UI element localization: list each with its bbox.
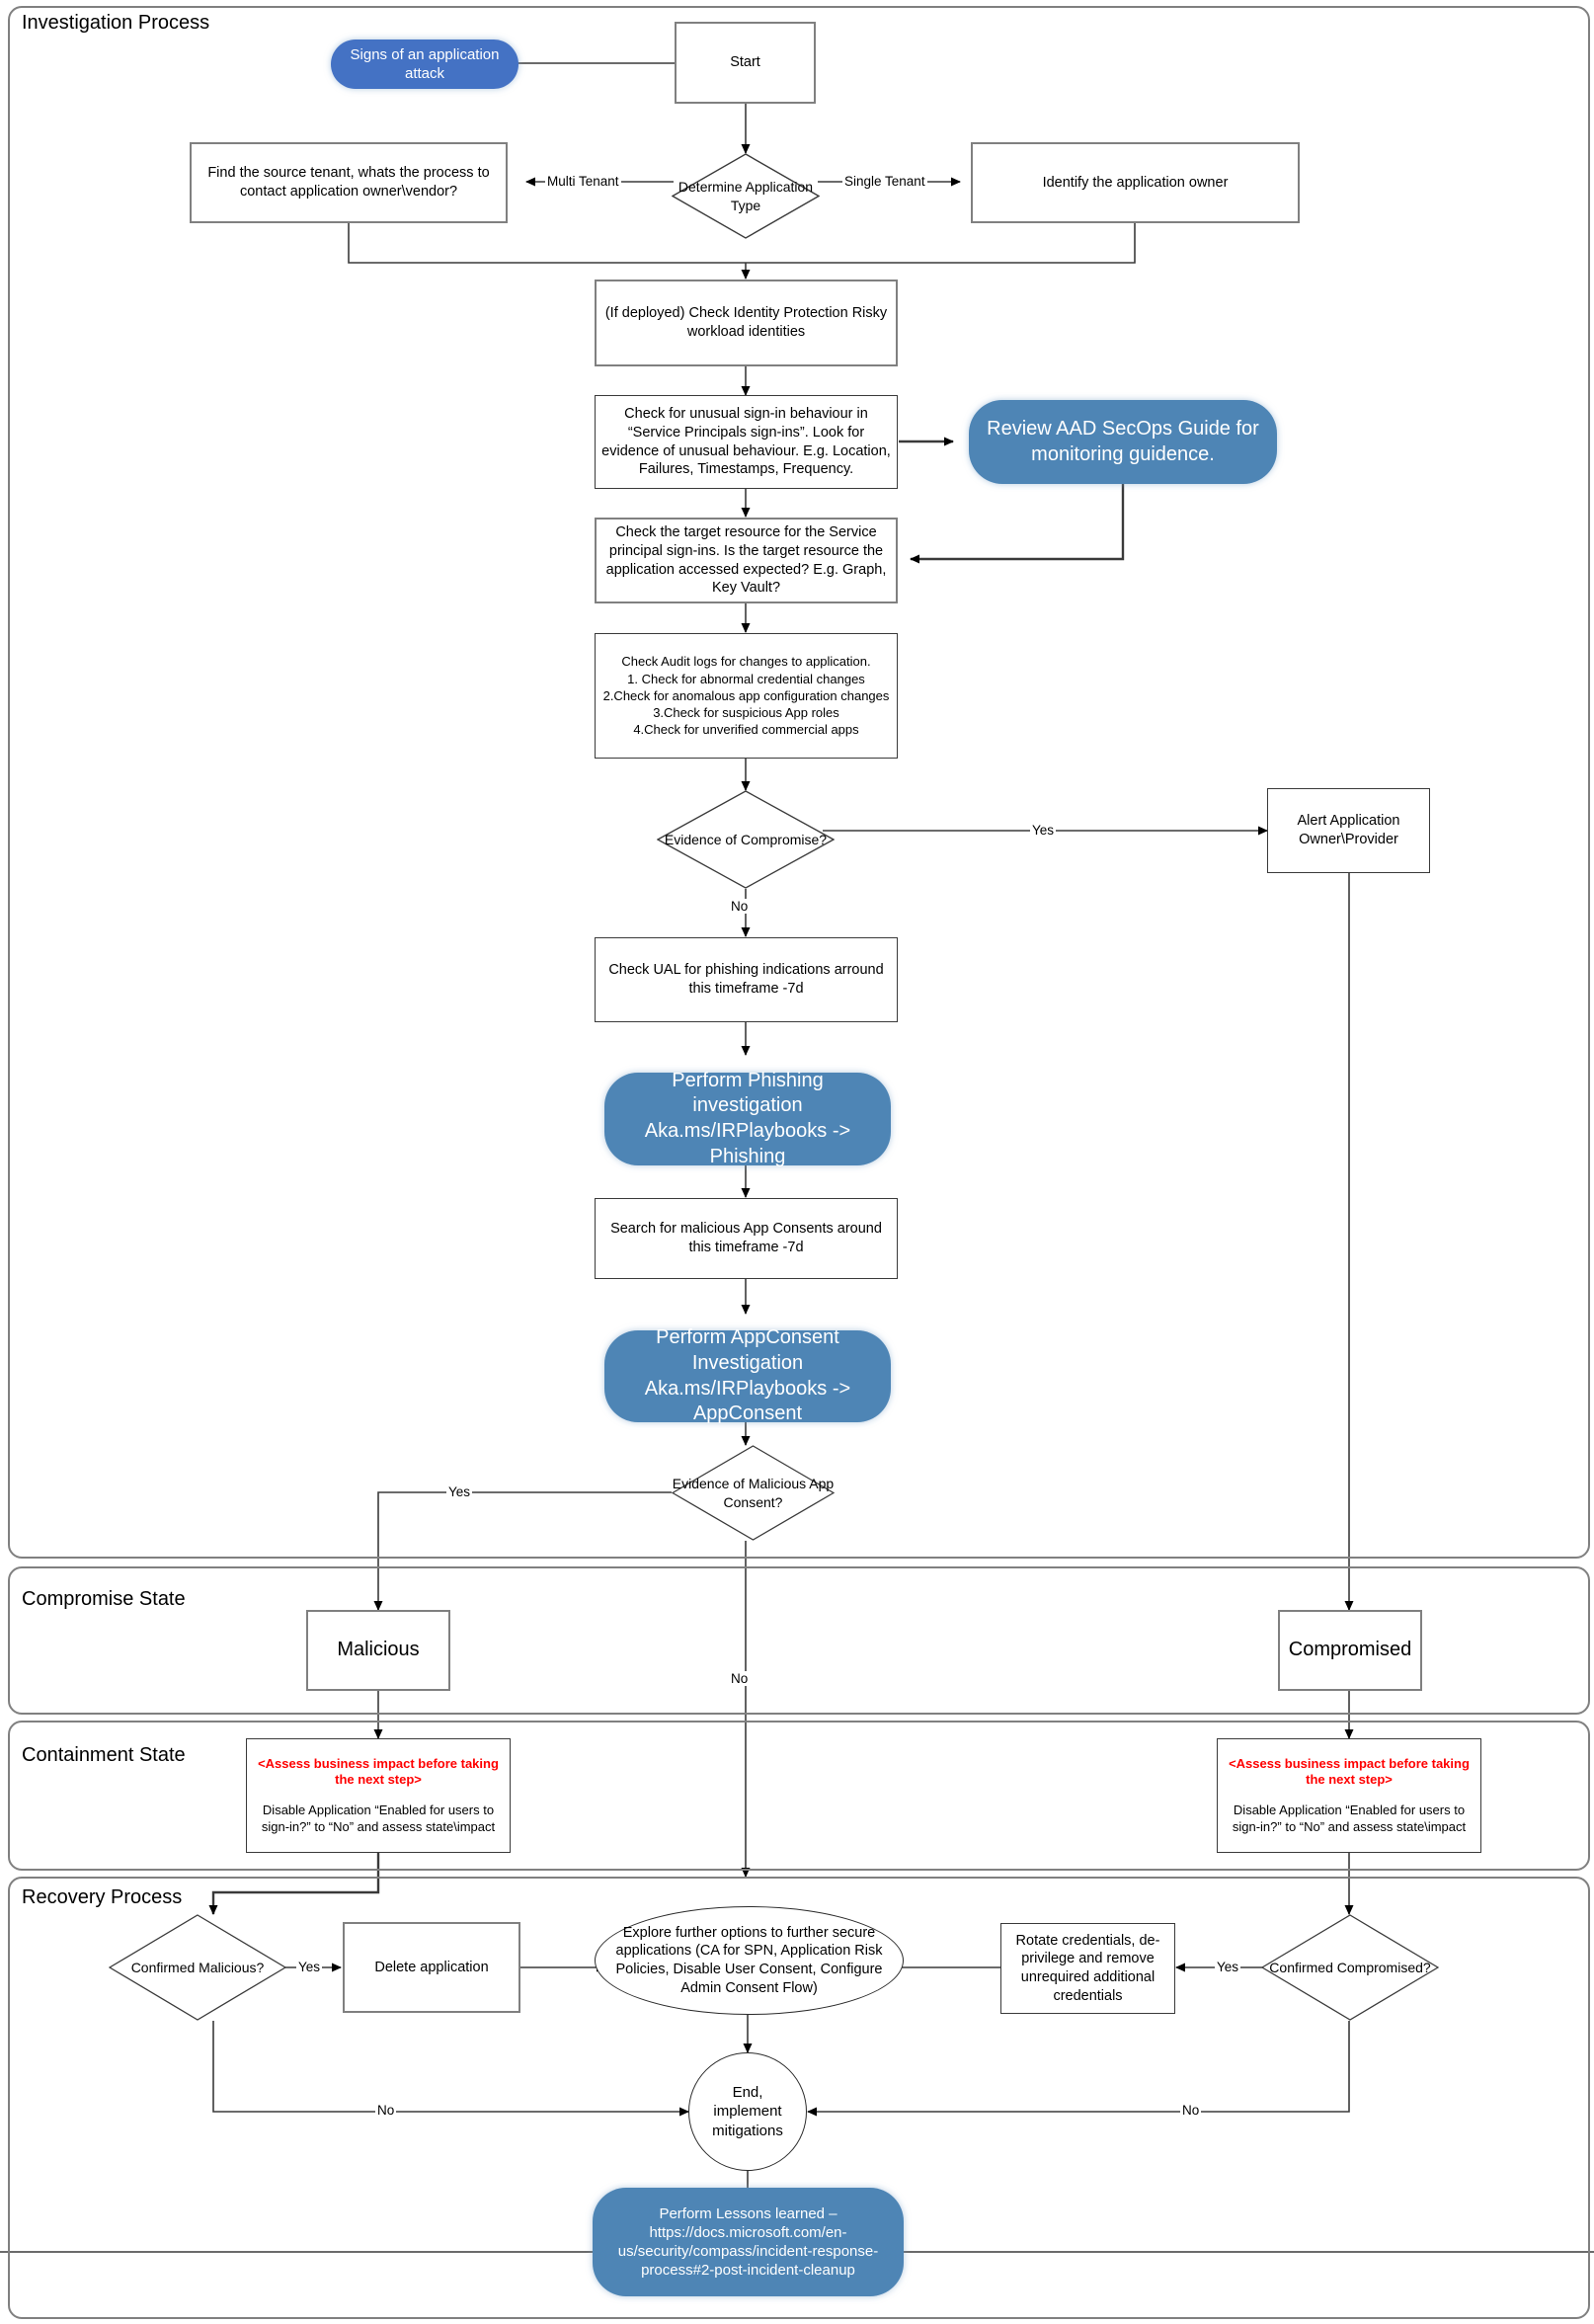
node-explore-further-options-label: Explore further options to further secur…	[615, 1924, 883, 1996]
node-check-unusual-signin[interactable]: Check for unusual sign-in behaviour in “…	[595, 395, 898, 489]
edge-label-confirmed-compromised-yes: Yes	[1215, 1960, 1241, 1974]
node-end-implement-mitigations-label: End, implement mitigations	[712, 2084, 783, 2139]
node-explore-further-options[interactable]: Explore further options to further secur…	[595, 1906, 904, 2015]
node-evidence-of-compromise[interactable]: Evidence of Compromise?	[657, 790, 835, 889]
node-review-aad-secops-guide[interactable]: Review AAD SecOps Guide for monitoring g…	[969, 400, 1277, 484]
node-search-malicious-app-consents[interactable]: Search for malicious App Consents around…	[595, 1198, 898, 1279]
edge-label-consent-no: No	[729, 1671, 751, 1686]
node-check-audit-logs-item-1: 1. Check for abnormal credential changes	[627, 671, 865, 686]
node-perform-lessons-learned[interactable]: Perform Lessons learned – https://docs.m…	[593, 2188, 904, 2296]
node-delete-application-label: Delete application	[374, 1959, 489, 1975]
node-state-compromised-label: Compromised	[1288, 1639, 1412, 1661]
node-alert-application-owner[interactable]: Alert Application Owner\Provider	[1267, 788, 1430, 873]
node-determine-application-type-label: Determine Application Type	[677, 179, 814, 213]
edge-label-multi-tenant: Multi Tenant	[545, 174, 621, 189]
node-check-audit-logs[interactable]: Check Audit logs for changes to applicat…	[595, 633, 898, 759]
node-rotate-credentials[interactable]: Rotate credentials, de-privilege and rem…	[1000, 1923, 1175, 2014]
node-identify-application-owner[interactable]: Identify the application owner	[971, 142, 1300, 223]
node-perform-lessons-learned-label: Perform Lessons learned – https://docs.m…	[617, 2204, 879, 2280]
node-containment-compromised-action: Disable Application “Enabled for users t…	[1232, 1803, 1467, 1834]
edge-label-confirmed-malicious-no: No	[375, 2103, 397, 2118]
node-check-risky-workload-identities[interactable]: (If deployed) Check Identity Protection …	[595, 280, 898, 366]
node-perform-appconsent-investigation[interactable]: Perform AppConsent Investigation Aka.ms/…	[604, 1326, 891, 1424]
node-search-malicious-app-consents-label: Search for malicious App Consents around…	[610, 1221, 882, 1255]
flowchart-canvas: Investigation Process Compromise State C…	[0, 0, 1594, 2324]
node-check-ual-phishing[interactable]: Check UAL for phishing indications arrou…	[595, 937, 898, 1022]
lane-title-recovery: Recovery Process	[22, 1886, 183, 1908]
node-containment-malicious-action: Disable Application “Enabled for users t…	[261, 1803, 496, 1834]
node-check-risky-workload-identities-label: (If deployed) Check Identity Protection …	[604, 305, 888, 340]
node-check-audit-logs-item-3: 3.Check for suspicious App roles	[653, 705, 839, 721]
node-state-malicious-label: Malicious	[337, 1639, 420, 1661]
node-start[interactable]: Start	[675, 22, 816, 104]
lane-title-compromise: Compromise State	[22, 1588, 186, 1610]
node-check-audit-logs-title: Check Audit logs for changes to applicat…	[621, 654, 871, 670]
node-signs-of-attack-label: Signs of an application attack	[350, 45, 500, 82]
node-identify-application-owner-label: Identify the application owner	[1042, 174, 1229, 191]
node-confirmed-malicious-label: Confirmed Malicious?	[130, 1959, 265, 1975]
node-check-ual-phishing-label: Check UAL for phishing indications arrou…	[608, 962, 884, 997]
node-evidence-of-malicious-app-consent-label: Evidence of Malicious App Consent?	[672, 1476, 835, 1510]
node-find-source-tenant[interactable]: Find the source tenant, whats the proces…	[190, 142, 508, 223]
node-containment-compromised-warning: <Assess business impact before taking th…	[1229, 1755, 1470, 1788]
node-end-implement-mitigations[interactable]: End, implement mitigations	[688, 2052, 807, 2171]
node-check-audit-logs-item-4: 4.Check for unverified commercial apps	[633, 722, 859, 738]
edge-label-confirmed-malicious-yes: Yes	[296, 1960, 323, 1974]
edge-label-consent-yes: Yes	[446, 1484, 473, 1499]
node-alert-application-owner-label: Alert Application Owner\Provider	[1297, 813, 1400, 847]
node-state-compromised[interactable]: Compromised	[1278, 1610, 1422, 1691]
node-perform-appconsent-investigation-label: Perform AppConsent Investigation Aka.ms/…	[644, 1326, 851, 1425]
edge-label-evidence-compromise-no: No	[729, 899, 751, 914]
node-check-target-resource-label: Check the target resource for the Servic…	[605, 524, 887, 597]
node-perform-phishing-investigation[interactable]: Perform Phishing investigation Aka.ms/IR…	[604, 1070, 891, 1167]
node-containment-malicious-warning: <Assess business impact before taking th…	[258, 1755, 499, 1788]
node-containment-malicious[interactable]: <Assess business impact before taking th…	[246, 1738, 511, 1853]
node-signs-of-attack[interactable]: Signs of an application attack	[331, 40, 518, 89]
node-delete-application[interactable]: Delete application	[343, 1922, 520, 2013]
node-perform-phishing-investigation-label: Perform Phishing investigation Aka.ms/IR…	[644, 1069, 851, 1167]
node-confirmed-compromised-label: Confirmed Compromised?	[1269, 1959, 1431, 1975]
node-rotate-credentials-label: Rotate credentials, de-privilege and rem…	[1015, 1932, 1160, 2004]
edge-label-single-tenant: Single Tenant	[842, 174, 927, 189]
node-confirmed-compromised[interactable]: Confirmed Compromised?	[1261, 1914, 1439, 2021]
edge-label-confirmed-compromised-no: No	[1180, 2103, 1202, 2118]
node-find-source-tenant-label: Find the source tenant, whats the proces…	[207, 165, 490, 200]
node-evidence-of-malicious-app-consent[interactable]: Evidence of Malicious App Consent?	[672, 1445, 835, 1541]
lane-title-investigation: Investigation Process	[22, 12, 210, 34]
node-check-unusual-signin-label: Check for unusual sign-in behaviour in “…	[601, 406, 891, 478]
node-state-malicious[interactable]: Malicious	[306, 1610, 450, 1691]
node-containment-compromised[interactable]: <Assess business impact before taking th…	[1217, 1738, 1481, 1853]
lane-title-containment: Containment State	[22, 1744, 186, 1766]
node-evidence-of-compromise-label: Evidence of Compromise?	[664, 831, 828, 847]
node-review-aad-secops-guide-label: Review AAD SecOps Guide for monitoring g…	[987, 417, 1259, 465]
node-check-target-resource[interactable]: Check the target resource for the Servic…	[595, 518, 898, 603]
node-determine-application-type[interactable]: Determine Application Type	[672, 153, 820, 239]
node-check-audit-logs-item-2: 2.Check for anomalous app configuration …	[602, 687, 890, 703]
node-start-label: Start	[730, 54, 760, 71]
node-confirmed-malicious[interactable]: Confirmed Malicious?	[109, 1914, 286, 2021]
edge-label-evidence-compromise-yes: Yes	[1030, 823, 1057, 838]
